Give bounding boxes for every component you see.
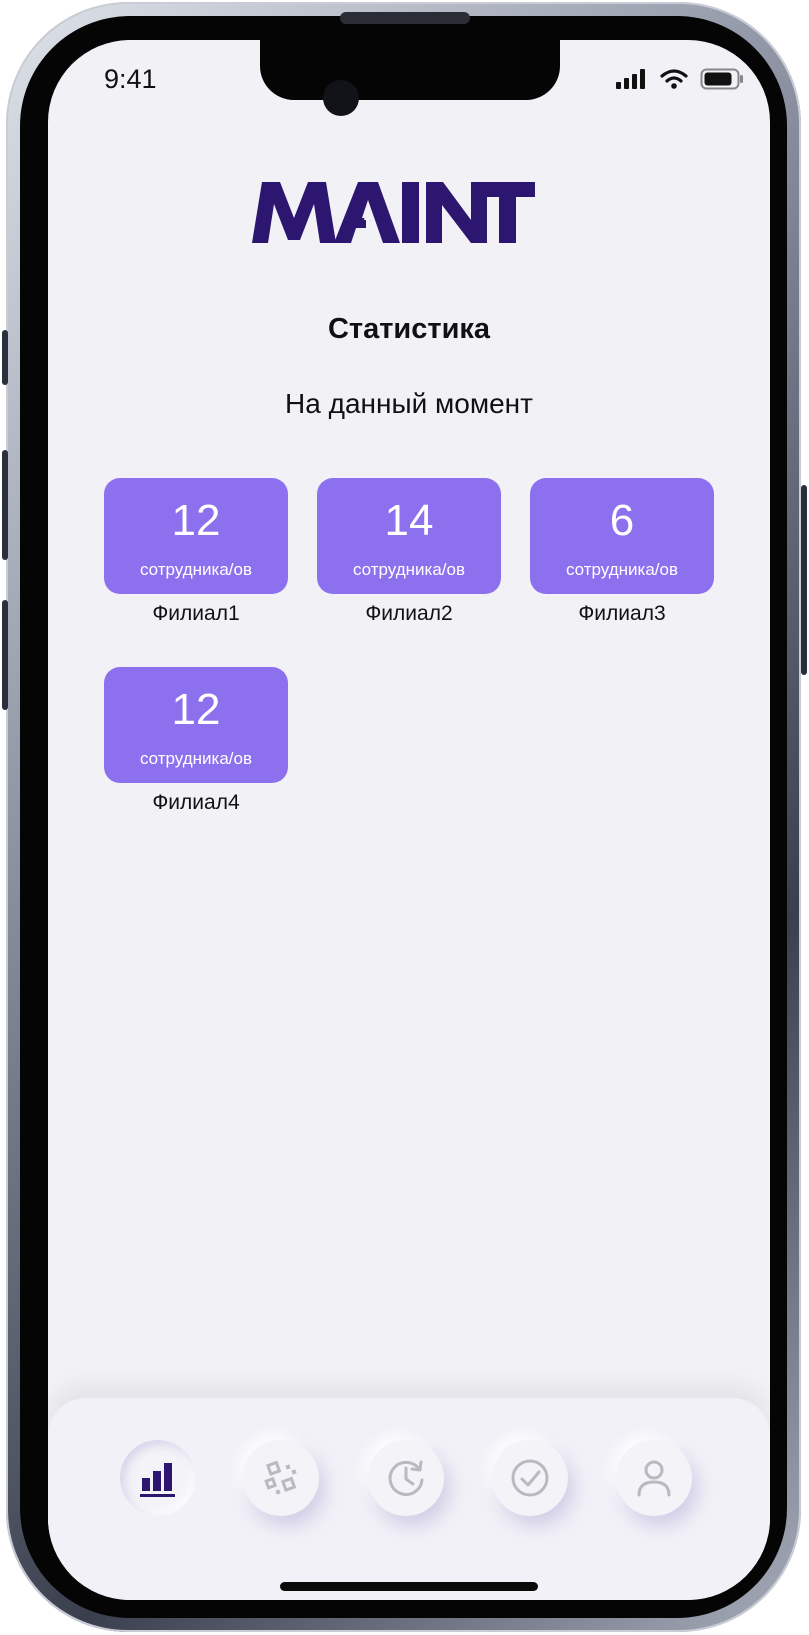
check-circle-icon — [511, 1459, 549, 1497]
page-title: Статистика — [327, 313, 491, 345]
branch-name: Филиал1 — [152, 602, 240, 625]
maint-logo — [252, 182, 535, 243]
cellular-signal-icon — [616, 69, 645, 89]
tab-tasks[interactable] — [492, 1440, 568, 1516]
notch — [260, 40, 560, 100]
tab-history[interactable] — [368, 1440, 444, 1516]
earpiece-speaker — [340, 12, 470, 24]
history-icon — [388, 1460, 424, 1496]
employee-count: 6 — [609, 496, 635, 545]
employee-unit-label: сотрудника/ов — [139, 749, 253, 768]
tab-profile[interactable] — [616, 1440, 692, 1516]
employee-unit-label: сотрудника/ов — [139, 560, 253, 579]
home-indicator[interactable] — [280, 1582, 538, 1591]
branch-name: Филиал4 — [152, 791, 240, 814]
branch-card-2[interactable]: 14 сотрудника/ов — [317, 478, 501, 594]
qr-code-icon — [264, 1460, 297, 1495]
employee-count: 14 — [384, 496, 434, 545]
volume-down-button — [2, 600, 8, 710]
power-button — [801, 485, 807, 675]
status-icons — [616, 68, 744, 90]
tab-statistics[interactable] — [120, 1440, 196, 1516]
employee-unit-label: сотрудника/ов — [565, 560, 679, 579]
volume-up-button — [2, 450, 8, 560]
tab-qr-scan[interactable] — [243, 1440, 319, 1516]
battery-icon — [700, 68, 743, 90]
page-subtitle: На данный момент — [285, 388, 533, 419]
employee-count: 12 — [171, 685, 221, 734]
branch-name: Филиал2 — [365, 602, 453, 625]
branch-name: Филиал3 — [578, 602, 666, 625]
employee-count: 12 — [171, 496, 221, 545]
branch-card-3[interactable]: 6 сотрудника/ов — [530, 478, 714, 594]
branch-card-4[interactable]: 12 сотрудника/ов — [104, 667, 288, 783]
wifi-icon — [660, 69, 688, 89]
status-time: 9:41 — [104, 64, 157, 94]
front-camera — [323, 80, 359, 116]
mute-switch — [2, 330, 8, 385]
bar-chart-icon — [140, 1463, 175, 1497]
branch-card-1[interactable]: 12 сотрудника/ов — [104, 478, 288, 594]
app-screen: 9:41 Статистика На данный момент 12 сотр… — [48, 40, 770, 1600]
user-icon — [637, 1460, 671, 1497]
employee-unit-label: сотрудника/ов — [352, 560, 466, 579]
